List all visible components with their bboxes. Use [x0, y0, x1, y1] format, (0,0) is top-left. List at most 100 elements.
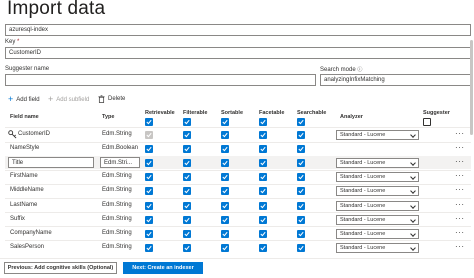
facetable-checkbox[interactable] — [259, 145, 267, 154]
suggester-name-label: Suggester name — [5, 66, 50, 72]
filterable-checkbox[interactable] — [183, 131, 191, 139]
more-icon[interactable]: ··· — [455, 158, 465, 166]
facetable-checkbox[interactable] — [259, 243, 267, 252]
facetable-checkbox[interactable] — [259, 201, 267, 210]
retrievable-checkbox[interactable] — [145, 145, 153, 154]
field-type-value: Edm.Stri... — [104, 160, 133, 167]
add-subfield-button[interactable]: + Add subfield — [48, 95, 89, 104]
more-icon[interactable]: ··· — [455, 242, 465, 251]
chevron-down-icon — [410, 188, 416, 195]
more-icon[interactable]: ··· — [455, 228, 465, 237]
filterable-checkbox[interactable] — [183, 187, 191, 196]
field-type: Edm.String — [102, 201, 132, 208]
column-header-sortable: Sortable — [221, 110, 244, 116]
analyzer-dropdown[interactable]: Standard - Lucene — [336, 158, 419, 169]
retrievable-checkbox[interactable] — [145, 187, 153, 196]
searchable-checkbox[interactable] — [297, 173, 305, 182]
facetable-checkbox[interactable] — [259, 229, 267, 238]
sortable-all-checkbox[interactable] — [221, 118, 229, 126]
add-field-button[interactable]: + Add field — [8, 95, 40, 104]
row-divider — [5, 226, 471, 228]
search-mode-input[interactable]: analyzingInfixMatching — [320, 74, 471, 86]
analyzer-dropdown[interactable]: Standard - Lucene — [336, 242, 419, 253]
field-name: CustomerID — [18, 131, 51, 137]
analyzer-dropdown[interactable]: Standard - Lucene — [336, 200, 419, 211]
filterable-checkbox[interactable] — [183, 229, 191, 238]
analyzer-dropdown[interactable]: Standard - Lucene — [336, 186, 419, 197]
retrievable-checkbox[interactable] — [145, 229, 153, 238]
sortable-checkbox[interactable] — [221, 215, 229, 224]
sortable-checkbox[interactable] — [221, 201, 229, 210]
facetable-checkbox[interactable] — [259, 187, 267, 196]
searchable-checkbox[interactable] — [297, 145, 305, 154]
analyzer-value: Standard - Lucene — [340, 216, 386, 223]
field-name: SalesPerson — [10, 243, 45, 250]
analyzer-dropdown[interactable]: Standard - Lucene — [336, 172, 419, 183]
filterable-checkbox[interactable] — [183, 159, 191, 168]
searchable-checkbox[interactable] — [297, 187, 305, 196]
key-value: CustomerID — [9, 50, 42, 56]
analyzer-value: Standard - Lucene — [340, 188, 386, 195]
facetable-checkbox[interactable] — [259, 131, 267, 139]
index-name-input[interactable]: azuresql-index — [5, 24, 471, 36]
retrievable-checkbox[interactable] — [145, 201, 153, 210]
filterable-all-checkbox[interactable] — [183, 118, 191, 126]
trash-icon — [98, 95, 105, 103]
row-divider — [5, 240, 471, 242]
more-icon[interactable]: ··· — [455, 214, 465, 223]
retrievable-checkbox[interactable] — [145, 159, 153, 168]
delete-button[interactable]: Delete — [98, 95, 125, 103]
info-icon: ⓘ — [357, 67, 363, 73]
more-icon[interactable]: ··· — [455, 200, 465, 209]
more-icon[interactable]: ··· — [455, 172, 465, 180]
key-input[interactable]: CustomerID — [5, 47, 471, 59]
filterable-checkbox[interactable] — [183, 201, 191, 210]
previous-button[interactable]: Previous: Add cognitive skills (Optional… — [4, 262, 117, 274]
facetable-all-checkbox[interactable] — [259, 118, 267, 126]
retrievable-checkbox[interactable] — [145, 215, 153, 224]
retrievable-checkbox[interactable] — [145, 131, 153, 139]
searchable-checkbox[interactable] — [297, 215, 305, 224]
next-button[interactable]: Next: Create an indexer — [123, 262, 203, 274]
searchable-checkbox[interactable] — [297, 131, 305, 139]
field-name-input[interactable]: Title — [8, 157, 94, 169]
sortable-checkbox[interactable] — [221, 229, 229, 238]
field-type-select[interactable]: Edm.Stri... — [100, 157, 140, 169]
searchable-checkbox[interactable] — [297, 201, 305, 210]
analyzer-dropdown[interactable]: Standard - Lucene — [336, 130, 419, 140]
more-icon[interactable]: ··· — [455, 144, 465, 152]
filterable-checkbox[interactable] — [183, 173, 191, 182]
facetable-checkbox[interactable] — [259, 159, 267, 168]
sortable-checkbox[interactable] — [221, 243, 229, 252]
scrollbar[interactable] — [470, 40, 473, 135]
key-label: Key * — [5, 39, 19, 45]
analyzer-dropdown[interactable]: Standard - Lucene — [336, 228, 419, 239]
chevron-down-icon — [410, 160, 416, 167]
suggester-all-checkbox[interactable] — [423, 118, 431, 126]
facetable-checkbox[interactable] — [259, 215, 267, 224]
searchable-checkbox[interactable] — [297, 243, 305, 252]
filterable-checkbox[interactable] — [183, 145, 191, 154]
sortable-checkbox[interactable] — [221, 187, 229, 196]
searchable-checkbox[interactable] — [297, 159, 305, 168]
sortable-checkbox[interactable] — [221, 145, 229, 154]
filterable-checkbox[interactable] — [183, 215, 191, 224]
retrievable-all-checkbox[interactable] — [145, 118, 153, 126]
more-icon[interactable]: ··· — [455, 186, 465, 194]
search-mode-value: analyzingInfixMatching — [324, 77, 385, 83]
retrievable-checkbox[interactable] — [145, 173, 153, 182]
field-name: MiddleName — [10, 187, 44, 194]
field-type: Edm.String — [102, 173, 132, 180]
searchable-checkbox[interactable] — [297, 229, 305, 238]
sortable-checkbox[interactable] — [221, 131, 229, 139]
sortable-checkbox[interactable] — [221, 159, 229, 168]
sortable-checkbox[interactable] — [221, 173, 229, 182]
analyzer-dropdown[interactable]: Standard - Lucene — [336, 214, 419, 225]
filterable-checkbox[interactable] — [183, 243, 191, 252]
retrievable-checkbox[interactable] — [145, 243, 153, 252]
searchable-all-checkbox[interactable] — [297, 118, 305, 126]
more-icon[interactable]: ··· — [455, 130, 465, 138]
row-divider — [5, 141, 471, 143]
suggester-name-input[interactable] — [5, 74, 316, 86]
facetable-checkbox[interactable] — [259, 173, 267, 182]
